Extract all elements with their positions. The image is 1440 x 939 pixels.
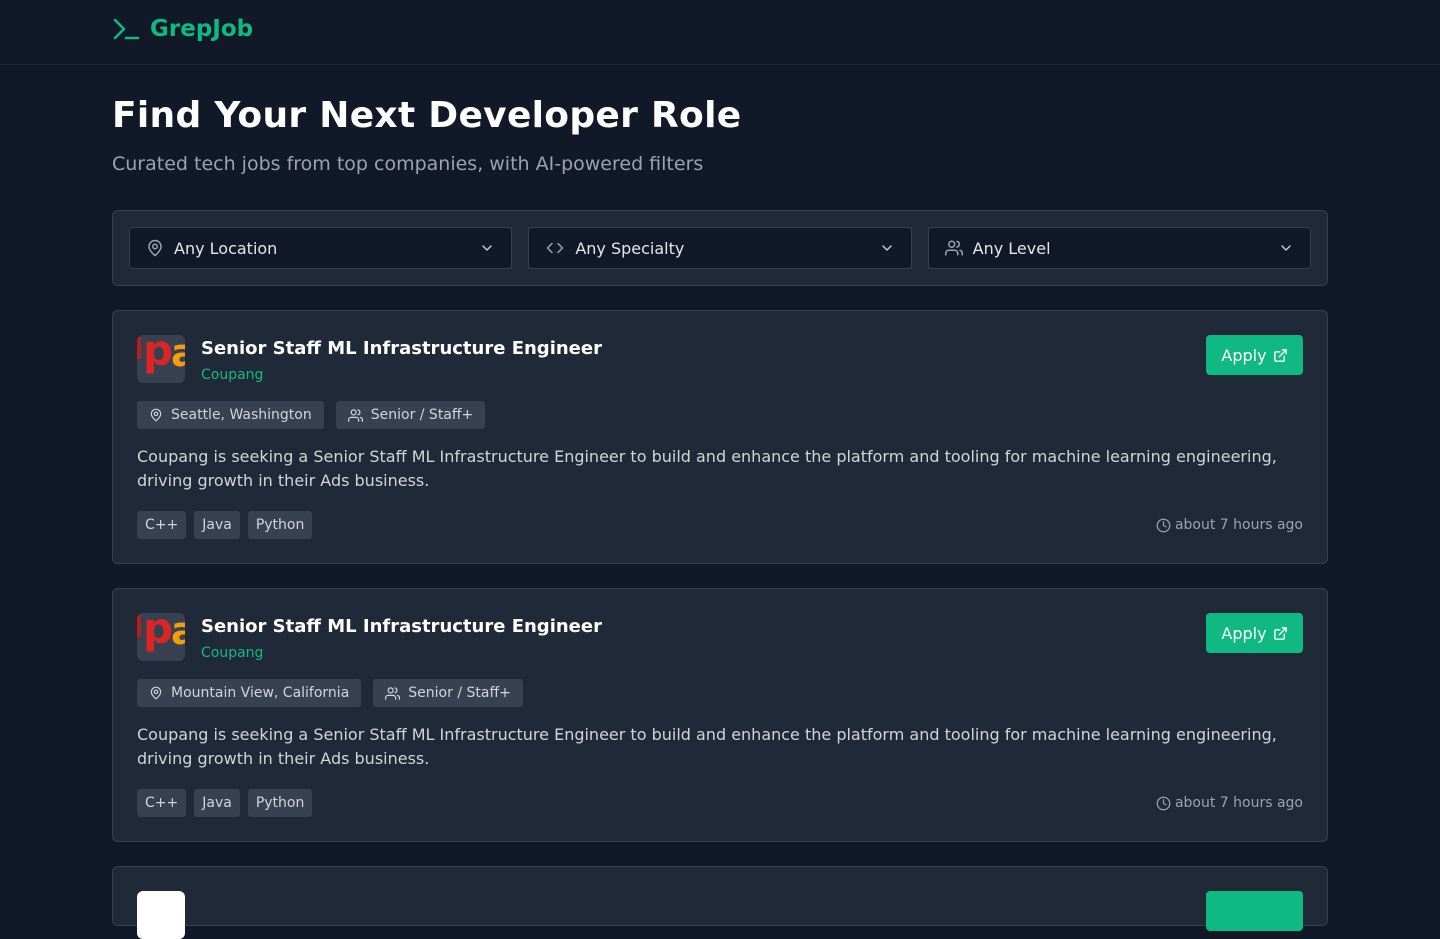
apply-label: Apply: [1221, 623, 1267, 643]
tech-tag[interactable]: Java: [194, 789, 240, 817]
location-badge: Mountain View, California: [137, 679, 362, 707]
top-nav: GrepJob: [0, 0, 1440, 65]
map-pin-icon: [150, 408, 162, 422]
apply-button[interactable]: [1206, 891, 1303, 931]
map-pin-icon: [150, 686, 162, 700]
apply-button[interactable]: Apply: [1206, 335, 1303, 375]
users-icon: [385, 686, 401, 700]
company-name[interactable]: Coupang: [201, 367, 602, 383]
company-name[interactable]: Coupang: [201, 645, 602, 661]
posted-text: about 7 hours ago: [1174, 517, 1303, 533]
clock-icon: [1156, 518, 1171, 532]
external-link-icon: [1273, 348, 1287, 362]
map-pin-icon: [148, 239, 162, 257]
tech-tag[interactable]: C++: [137, 789, 187, 817]
specialty-filter[interactable]: Any Specialty: [528, 227, 912, 269]
job-card[interactable]: [112, 866, 1328, 939]
level-filter-value: Any Level: [972, 238, 1051, 258]
job-description: Coupang is seeking a Senior Staff ML Inf…: [137, 447, 1277, 490]
job-card[interactable]: pa Senior Staff ML Infrastructure Engine…: [112, 310, 1328, 564]
page-title: Find Your Next Developer Role: [112, 95, 742, 136]
job-description: Coupang is seeking a Senior Staff ML Inf…: [137, 725, 1277, 768]
specialty-filter-value: Any Specialty: [575, 238, 685, 258]
tech-tag[interactable]: Java: [194, 511, 240, 539]
posted-text: about 7 hours ago: [1174, 795, 1303, 811]
external-link-icon: [1273, 626, 1287, 640]
job-card[interactable]: pa Senior Staff ML Infrastructure Engine…: [112, 588, 1328, 842]
clock-icon: [1156, 796, 1171, 810]
brand-logo[interactable]: GrepJob: [112, 16, 253, 42]
posted-time: about 7 hours ago: [1156, 517, 1303, 533]
level-badge: Senior / Staff+: [335, 401, 486, 429]
tech-tag[interactable]: Python: [247, 511, 313, 539]
tech-tags: C++ Java Python: [137, 511, 313, 539]
chevron-down-icon: [1281, 245, 1291, 251]
location-text: Seattle, Washington: [171, 407, 312, 423]
main-content: Find Your Next Developer Role Curated te…: [112, 65, 1328, 939]
location-badge: Seattle, Washington: [137, 401, 324, 429]
chevron-down-icon: [881, 245, 892, 251]
users-icon: [944, 240, 963, 256]
level-text: Senior / Staff+: [370, 407, 474, 423]
users-icon: [347, 408, 363, 422]
job-title[interactable]: Senior Staff ML Infrastructure Engineer: [201, 337, 602, 361]
chevron-down-icon: [482, 245, 492, 251]
apply-label: Apply: [1221, 345, 1267, 365]
company-logo: pa: [137, 335, 185, 383]
location-text: Mountain View, California: [171, 685, 350, 701]
location-filter-value: Any Location: [174, 238, 278, 258]
filter-bar: Any Location Any Specialty Any Level: [112, 210, 1328, 286]
location-filter[interactable]: Any Location: [129, 227, 513, 269]
level-text: Senior / Staff+: [408, 685, 511, 701]
code-brackets-icon: [547, 242, 564, 254]
tech-tag[interactable]: C++: [137, 511, 187, 539]
apply-button[interactable]: Apply: [1206, 613, 1303, 653]
page-subtitle: Curated tech jobs from top companies, wi…: [112, 153, 704, 175]
company-logo: pa: [137, 613, 185, 661]
level-badge: Senior / Staff+: [373, 679, 523, 707]
level-filter[interactable]: Any Level: [927, 227, 1311, 269]
terminal-prompt-icon: [113, 18, 140, 40]
job-title[interactable]: Senior Staff ML Infrastructure Engineer: [201, 615, 602, 639]
tech-tag[interactable]: Python: [247, 789, 313, 817]
brand-name: GrepJob: [150, 16, 254, 42]
tech-tags: C++ Java Python: [137, 789, 313, 817]
company-logo: [137, 891, 185, 939]
posted-time: about 7 hours ago: [1156, 795, 1303, 811]
